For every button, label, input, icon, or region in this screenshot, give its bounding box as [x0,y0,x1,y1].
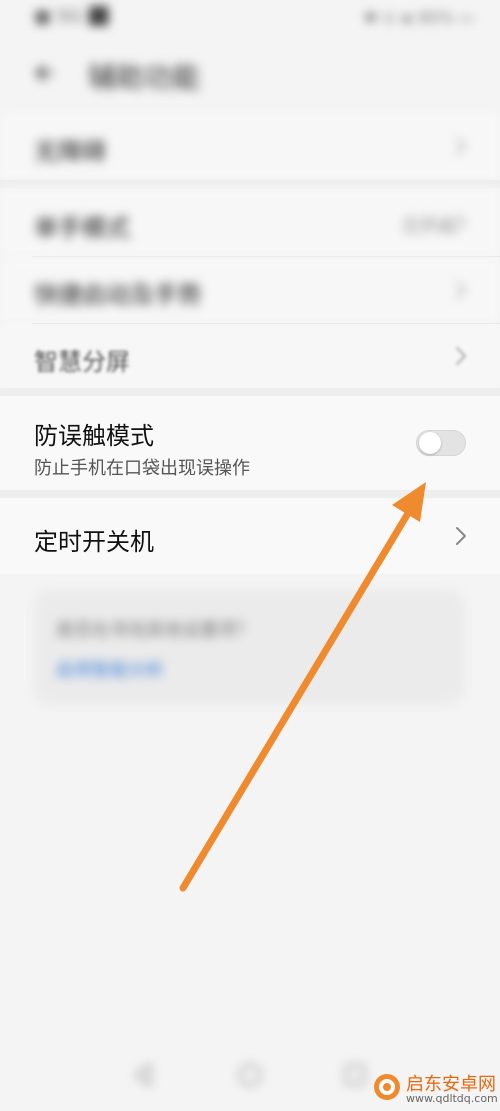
chevron-right-icon [454,345,468,367]
list-item-label: 无障碍 [34,138,106,166]
list-item-label: 智慧分屏 [34,348,130,376]
nav-home-icon[interactable] [235,1060,265,1090]
back-arrow-icon[interactable] [32,60,58,86]
list-item-scheduled-power[interactable]: 定时开关机 [0,498,500,574]
suggestion-card: 是否在寻找其他设置项？ 启用智能分析 [34,590,464,704]
list-item-label: 快捷启动及手势 [34,281,202,309]
anti-mistouch-description: 防止手机在口袋出现误操作 [34,458,250,479]
page-title: 辅助功能 [88,61,201,94]
watermark-logo-icon [372,1072,402,1102]
toggle-knob [419,432,441,454]
anti-mistouch-toggle[interactable] [416,430,466,456]
status-right-indicators: ✱ ⊙ ◈ 80% ▭ [363,8,474,27]
list-item-anti-mistouch-mode: 防误触模式 防止手机在口袋出现误操作 [0,396,500,490]
status-bar: ■ 5G ⬛ ✱ ⊙ ◈ 80% ▭ [0,0,500,34]
scheduled-power-label: 定时开关机 [34,528,154,556]
nav-recents-icon[interactable] [340,1060,370,1090]
suggestion-question: 是否在寻找其他设置项？ [56,620,254,641]
chevron-right-icon [454,135,468,157]
list-item-shortcuts-gestures[interactable]: 快捷启动及手势 [0,257,500,323]
watermark: 启东安卓网 www.qdltdq.com [368,1068,500,1108]
list-item-label: 单手模式 [34,214,130,242]
section-gap [0,490,500,498]
list-item-smart-split-screen[interactable]: 智慧分屏 [0,324,500,388]
chevron-right-icon [454,211,468,233]
section-gap [0,388,500,396]
page-header: 辅助功能 [0,36,500,112]
list-item-one-hand-mode[interactable]: 单手模式 已开启 [0,188,500,256]
settings-screen: ■ 5G ⬛ ✱ ⊙ ◈ 80% ▭ 辅助功能 无障碍 单手模式 已开启 快捷启… [0,0,500,1111]
section-gap [0,180,500,188]
chevron-right-icon [454,525,468,547]
suggestion-link[interactable]: 启用智能分析 [56,656,164,682]
nav-back-icon[interactable] [128,1060,158,1090]
list-item-value: 已开启 [402,216,456,237]
chevron-right-icon [454,279,468,301]
list-item-accessibility[interactable]: 无障碍 [0,112,500,180]
watermark-url: www.qdltdq.com [406,1092,498,1105]
anti-mistouch-label: 防误触模式 [34,422,154,450]
status-left-indicators: ■ 5G ⬛ [34,6,111,27]
